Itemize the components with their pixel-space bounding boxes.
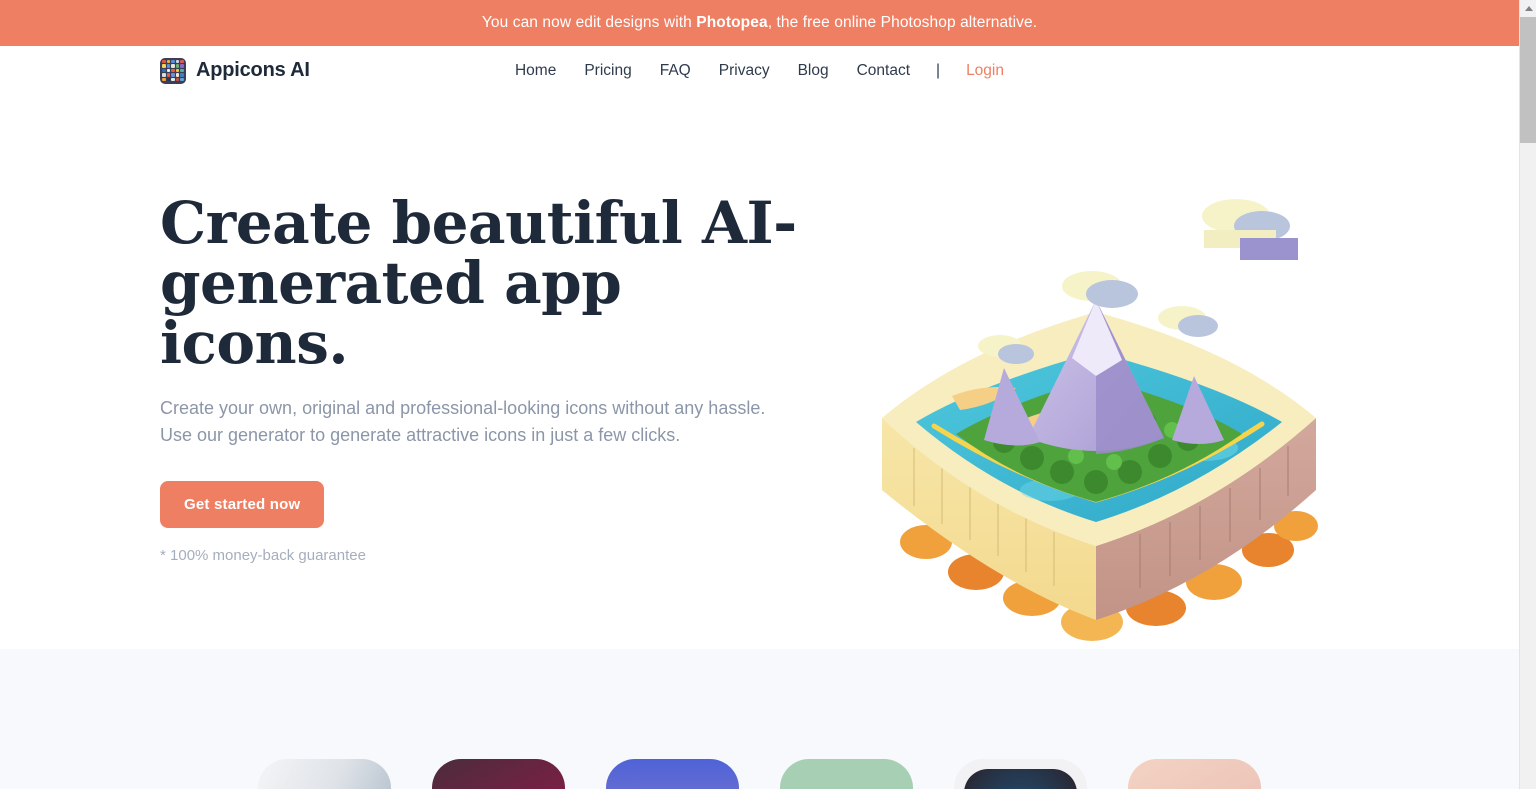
money-back-guarantee: * 100% money-back guarantee bbox=[160, 547, 366, 564]
announcement-text-before: You can now edit designs with bbox=[481, 14, 697, 31]
nav-item-pricing[interactable]: Pricing bbox=[570, 56, 645, 86]
brand-name: Appicons AI bbox=[196, 59, 310, 81]
nav-item-faq[interactable]: FAQ bbox=[646, 56, 705, 86]
icons-showcase-section bbox=[0, 649, 1519, 789]
announcement-banner[interactable]: You can now edit designs with Photopea, … bbox=[0, 0, 1519, 46]
get-started-button[interactable]: Get started now bbox=[160, 481, 325, 528]
hero-section: Create beautiful AI-generated app icons.… bbox=[0, 95, 1519, 649]
app-icon-space-crosshair[interactable] bbox=[954, 759, 1087, 789]
nav-item-login[interactable]: Login bbox=[952, 56, 1018, 86]
scroll-up-arrow-icon[interactable] bbox=[1520, 0, 1536, 17]
announcement-text-after: , the free online Photoshop alternative. bbox=[767, 14, 1038, 31]
browser-viewport: You can now edit designs with Photopea, … bbox=[0, 0, 1519, 789]
nav-item-contact[interactable]: Contact bbox=[843, 56, 924, 86]
site-header: Appicons AI Home Pricing FAQ Privacy Blo… bbox=[0, 46, 1519, 95]
nav-item-home[interactable]: Home bbox=[501, 56, 570, 86]
hero-subtitle: Create your own, original and profession… bbox=[160, 398, 766, 445]
brand-logo-link[interactable]: Appicons AI bbox=[160, 57, 310, 84]
nav-item-privacy[interactable]: Privacy bbox=[705, 56, 784, 86]
page-title: Create beautiful AI-generated app icons. bbox=[160, 189, 797, 377]
app-icon-blue-purple-gradient[interactable] bbox=[606, 759, 739, 789]
announcement-link[interactable]: You can now edit designs with Photopea, … bbox=[482, 14, 1037, 32]
scrollbar-thumb[interactable] bbox=[1520, 17, 1536, 143]
hero-copy: Create beautiful AI-generated app icons.… bbox=[160, 193, 800, 564]
app-icon-gray-blue-circles[interactable] bbox=[258, 759, 391, 789]
page-scrollbar[interactable] bbox=[1519, 0, 1536, 789]
nav-item-blog[interactable]: Blog bbox=[784, 56, 843, 86]
app-grid-logo-icon bbox=[160, 57, 186, 84]
app-icons-row bbox=[0, 759, 1519, 789]
app-icon-peach-3d-box[interactable] bbox=[1128, 759, 1261, 789]
nav-separator: | bbox=[936, 61, 941, 79]
isometric-volcano-island-icon bbox=[864, 190, 1334, 670]
announcement-brand: Photopea bbox=[696, 14, 768, 31]
app-icon-magenta-glow[interactable] bbox=[432, 759, 565, 789]
app-icon-mint-dark-circle[interactable] bbox=[780, 759, 913, 789]
